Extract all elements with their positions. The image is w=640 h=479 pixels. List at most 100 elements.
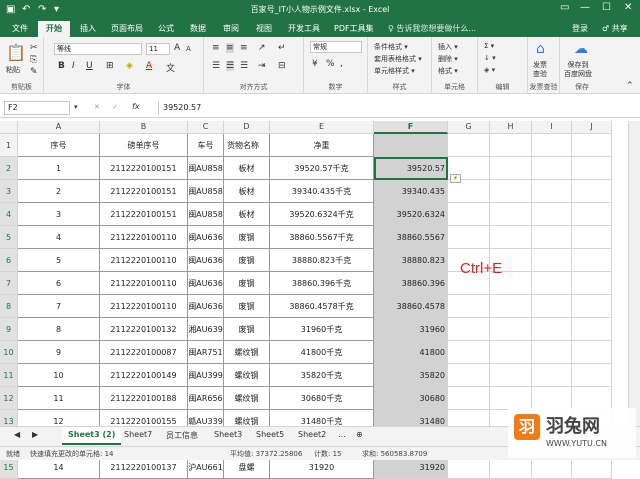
tab-pdf-tools[interactable]: PDF工具集: [334, 23, 374, 34]
row-header[interactable]: 2: [0, 157, 18, 180]
cell[interactable]: [490, 318, 532, 341]
wrap-text-icon[interactable]: ↵: [278, 43, 286, 53]
tab-insert[interactable]: 插入: [80, 23, 96, 34]
number-format-select[interactable]: 常规: [310, 41, 362, 53]
cell[interactable]: [572, 180, 612, 203]
formula-input[interactable]: 39520.57: [158, 101, 636, 115]
align-right-icon[interactable]: ☰: [240, 61, 248, 71]
prev-sheet-icon[interactable]: ◀: [14, 430, 20, 439]
merge-center-icon[interactable]: ⊟: [278, 61, 286, 71]
cell[interactable]: 6: [18, 272, 100, 295]
column-header-e[interactable]: E: [270, 121, 374, 134]
cell[interactable]: 2112220100110: [100, 249, 188, 272]
cell[interactable]: 2112220100188: [100, 387, 188, 410]
indent-icon[interactable]: ⇥: [258, 61, 266, 71]
delete-cells-button[interactable]: 删除 ▾: [438, 54, 458, 64]
cell[interactable]: [532, 318, 572, 341]
cell[interactable]: 38860.5567千克: [270, 226, 374, 249]
cell[interactable]: 闽AR656: [188, 387, 224, 410]
sheet-tab-sheet2[interactable]: Sheet2: [298, 430, 326, 439]
cell[interactable]: [448, 226, 490, 249]
row-header[interactable]: 3: [0, 180, 18, 203]
conditional-formatting-button[interactable]: 条件格式 ▾: [374, 42, 408, 52]
align-bottom-icon[interactable]: ≡: [240, 43, 248, 53]
cell[interactable]: [532, 249, 572, 272]
cell[interactable]: [572, 364, 612, 387]
cell[interactable]: [572, 157, 612, 180]
cell[interactable]: [490, 203, 532, 226]
cell[interactable]: 2: [18, 180, 100, 203]
tab-home[interactable]: 开始: [38, 21, 70, 37]
cell[interactable]: [532, 180, 572, 203]
align-top-icon[interactable]: ≡: [212, 43, 220, 53]
cell[interactable]: 39520.6324千克: [270, 203, 374, 226]
cell[interactable]: 闽AU636: [188, 295, 224, 318]
orientation-icon[interactable]: ↗: [258, 43, 266, 53]
cell[interactable]: 板材: [224, 157, 270, 180]
cell[interactable]: 板材: [224, 203, 270, 226]
phonetic-icon[interactable]: 文: [166, 61, 175, 74]
cell[interactable]: 货物名称: [224, 134, 270, 157]
sign-in-link[interactable]: 登录: [572, 23, 588, 34]
cell[interactable]: 38860.4578千克: [270, 295, 374, 318]
cell[interactable]: [532, 295, 572, 318]
cell[interactable]: 闽AU399: [188, 364, 224, 387]
cell[interactable]: 废钢: [224, 272, 270, 295]
name-box-dropdown-icon[interactable]: ▾: [74, 103, 78, 111]
align-middle-icon[interactable]: ≡: [226, 43, 234, 53]
cell[interactable]: 2112220100087: [100, 341, 188, 364]
italic-button[interactable]: I: [72, 61, 75, 71]
cell[interactable]: 螺纹钢: [224, 364, 270, 387]
comma-icon[interactable]: ,: [340, 59, 343, 69]
cell[interactable]: [572, 134, 612, 157]
cell[interactable]: [532, 157, 572, 180]
cell[interactable]: 38860.5567: [374, 226, 448, 249]
cell[interactable]: 2112220100110: [100, 295, 188, 318]
cell[interactable]: [490, 387, 532, 410]
currency-icon[interactable]: ¥: [312, 59, 318, 69]
column-header-d[interactable]: D: [224, 121, 270, 134]
cell[interactable]: 废钢: [224, 226, 270, 249]
shrink-font-icon[interactable]: A: [186, 45, 191, 53]
cell[interactable]: [572, 249, 612, 272]
cell[interactable]: 净重: [270, 134, 374, 157]
paste-label[interactable]: 粘贴: [6, 65, 20, 75]
cell[interactable]: 2112220100110: [100, 272, 188, 295]
column-header-h[interactable]: H: [490, 121, 532, 134]
cell[interactable]: 湘AU639: [188, 318, 224, 341]
cell[interactable]: 4: [18, 226, 100, 249]
new-sheet-icon[interactable]: ⊕: [356, 430, 363, 439]
row-header[interactable]: 4: [0, 203, 18, 226]
cell[interactable]: 2112220100110: [100, 226, 188, 249]
cell[interactable]: 38860.4578: [374, 295, 448, 318]
cell[interactable]: [490, 341, 532, 364]
insert-cells-button[interactable]: 插入 ▾: [438, 42, 458, 52]
fill-color-icon[interactable]: ◈: [126, 61, 133, 71]
column-header-c[interactable]: C: [188, 121, 224, 134]
cell-styles-button[interactable]: 单元格样式 ▾: [374, 66, 415, 76]
cell[interactable]: [572, 387, 612, 410]
cell[interactable]: 板材: [224, 180, 270, 203]
align-left-icon[interactable]: ☰: [212, 61, 220, 71]
row-header[interactable]: 11: [0, 364, 18, 387]
cell[interactable]: 38860.396千克: [270, 272, 374, 295]
cell[interactable]: 3: [18, 203, 100, 226]
cell[interactable]: 螺纹钢: [224, 387, 270, 410]
cell[interactable]: 2112220100151: [100, 203, 188, 226]
clear-button[interactable]: ◈ ▾: [484, 66, 495, 74]
format-cells-button[interactable]: 格式 ▾: [438, 66, 458, 76]
cell[interactable]: 闽AU858: [188, 157, 224, 180]
cell[interactable]: 31960千克: [270, 318, 374, 341]
cell[interactable]: [572, 272, 612, 295]
row-header[interactable]: 12: [0, 387, 18, 410]
copy-icon[interactable]: ⎘: [30, 55, 37, 65]
cell[interactable]: 废钢: [224, 318, 270, 341]
cell[interactable]: 2112220100151: [100, 157, 188, 180]
cell[interactable]: 10: [18, 364, 100, 387]
sheet-tab-sheet7[interactable]: Sheet7: [124, 430, 152, 439]
bold-button[interactable]: B: [58, 61, 65, 71]
sheet-tab-sheet3[interactable]: Sheet3: [214, 430, 242, 439]
cell[interactable]: [490, 295, 532, 318]
cell[interactable]: [490, 180, 532, 203]
cell[interactable]: 39520.6324: [374, 203, 448, 226]
